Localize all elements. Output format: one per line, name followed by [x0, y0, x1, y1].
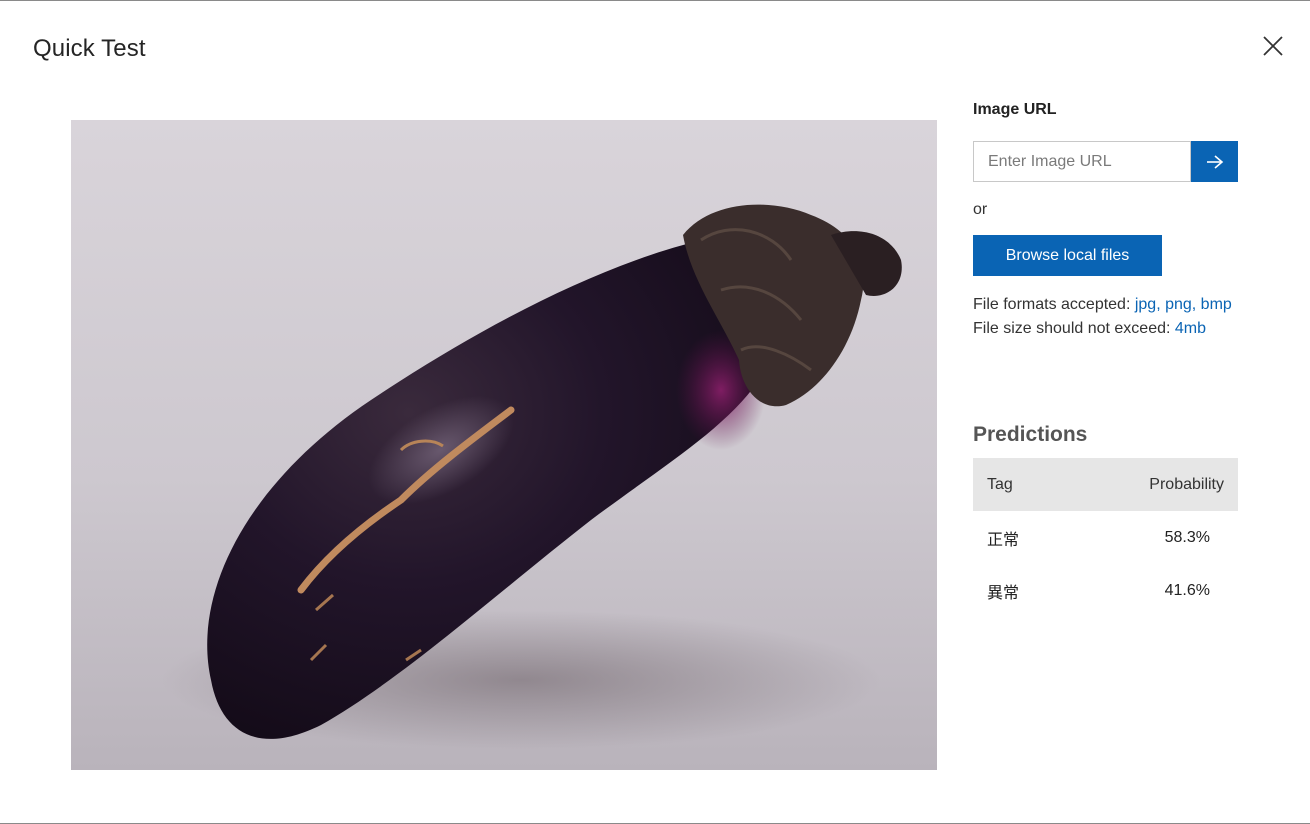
- quick-test-dialog: Quick Test Image URL Enter Image URL or …: [0, 0, 1310, 824]
- file-requirements: File formats accepted: jpg, png, bmp Fil…: [973, 293, 1238, 341]
- table-row: 正常 58.3%: [973, 511, 1238, 564]
- test-image-preview: [71, 120, 937, 770]
- column-tag: Tag: [987, 475, 1013, 493]
- row-probability: 41.6%: [1164, 581, 1210, 599]
- arrow-right-icon: [1206, 154, 1223, 169]
- predictions-title: Predictions: [973, 423, 1088, 446]
- close-icon: [1263, 36, 1283, 56]
- formats-link[interactable]: jpg, png, bmp: [1135, 296, 1232, 313]
- column-probability: Probability: [1149, 475, 1224, 493]
- size-label: File size should not exceed:: [973, 320, 1175, 337]
- submit-url-button[interactable]: [1191, 141, 1238, 182]
- image-url-input[interactable]: [973, 141, 1191, 182]
- predictions-header: Tag Probability: [973, 458, 1238, 511]
- browse-local-files-button[interactable]: Browse local files: [973, 235, 1162, 276]
- dialog-title: Quick Test: [33, 35, 146, 62]
- table-row: 異常 41.6%: [973, 564, 1238, 617]
- row-tag: 正常: [987, 529, 1020, 549]
- predictions-table: Tag Probability 正常 58.3% 異常 41.6%: [973, 458, 1238, 617]
- formats-label: File formats accepted:: [973, 296, 1135, 313]
- size-link[interactable]: 4mb: [1175, 320, 1206, 337]
- row-tag: 異常: [987, 582, 1020, 602]
- row-probability: 58.3%: [1164, 528, 1210, 546]
- close-button[interactable]: [1259, 32, 1287, 60]
- or-separator: or: [973, 201, 988, 218]
- image-url-label: Image URL: [973, 101, 1057, 118]
